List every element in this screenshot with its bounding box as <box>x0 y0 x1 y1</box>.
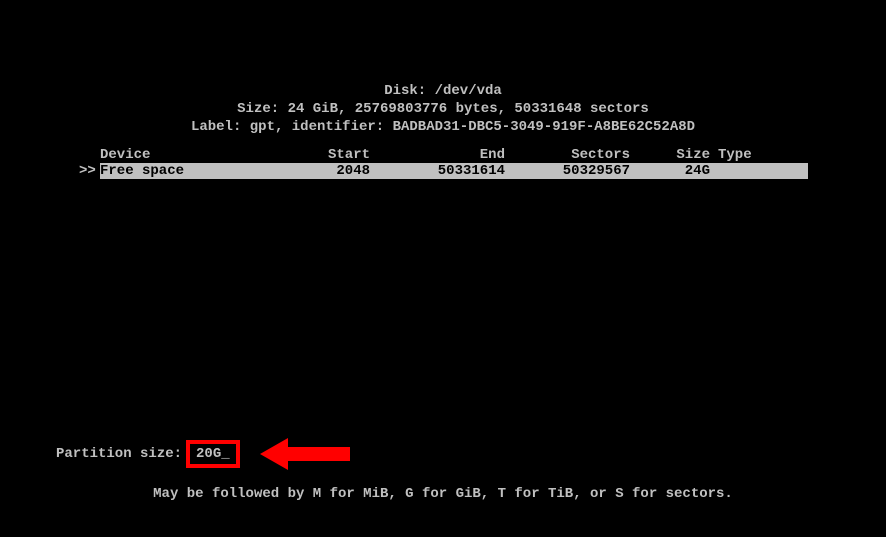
partition-size-value: 20G <box>196 446 221 462</box>
cell-size: 24G <box>650 163 710 179</box>
partition-table: Device Start End Sectors Size Type >> Fr… <box>0 147 886 179</box>
table-header-row: Device Start End Sectors Size Type <box>0 147 886 163</box>
disk-label-line: Label: gpt, identifier: BADBAD31-DBC5-30… <box>0 118 886 136</box>
cell-sectors: 50329567 <box>530 163 650 179</box>
header-sectors: Sectors <box>530 147 650 163</box>
header-type: Type <box>710 147 790 163</box>
row-marker: >> <box>77 163 100 179</box>
cell-end: 50331614 <box>395 163 530 179</box>
cell-start: 2048 <box>265 163 395 179</box>
header-size: Size <box>650 147 710 163</box>
disk-size-line: Size: 24 GiB, 25769803776 bytes, 5033164… <box>0 100 886 118</box>
disk-header: Disk: /dev/vda Size: 24 GiB, 25769803776… <box>0 0 886 137</box>
header-device: Device <box>100 147 265 163</box>
size-hint-text: May be followed by M for MiB, G for GiB,… <box>0 486 886 502</box>
cell-device: Free space <box>100 163 265 179</box>
text-cursor: _ <box>221 446 229 462</box>
header-end: End <box>395 147 530 163</box>
partition-size-input[interactable]: 20G_ <box>196 446 230 462</box>
cell-type <box>710 163 790 179</box>
partition-size-prompt: Partition size: 20G_ <box>56 440 350 468</box>
header-start: Start <box>265 147 395 163</box>
partition-size-label: Partition size: <box>56 446 182 462</box>
partition-size-input-highlight: 20G_ <box>186 440 240 468</box>
table-row[interactable]: >> Free space 2048 50331614 50329567 24G <box>77 163 885 179</box>
disk-path-line: Disk: /dev/vda <box>0 82 886 100</box>
annotation-arrow-icon <box>260 442 350 466</box>
selected-row: Free space 2048 50331614 50329567 24G <box>100 163 808 179</box>
